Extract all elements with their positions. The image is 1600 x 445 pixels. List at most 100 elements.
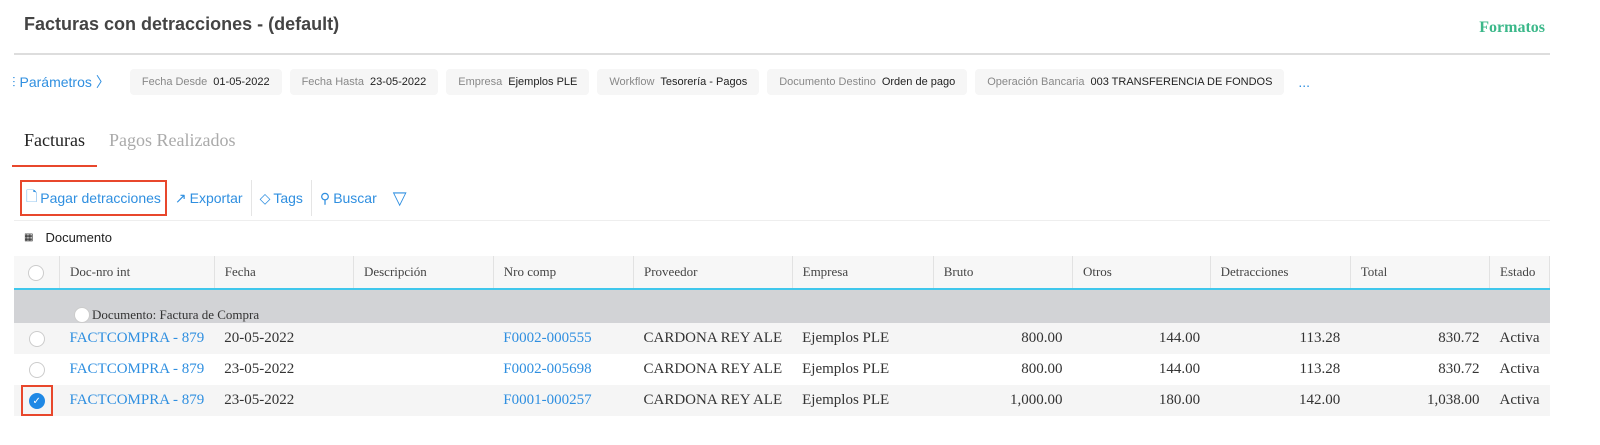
cell-fecha: 20-05-2022	[214, 323, 354, 354]
column-header[interactable]: Detracciones	[1210, 256, 1351, 290]
formatos-link[interactable]: Formatos	[1479, 19, 1545, 37]
column-header[interactable]: Doc-nro int	[59, 256, 215, 290]
cell-text: 800.00	[1021, 361, 1063, 377]
grid-icon: ▦	[24, 232, 34, 243]
toolbar: 🗋 Pagar detracciones ↗ Exportar ◇ Tags ⚲ Bus…	[20, 180, 415, 216]
row-link[interactable]: FACTCOMPRA - 879	[69, 392, 204, 408]
cell-bruto: 800.00	[933, 354, 1073, 385]
group-select[interactable]	[74, 307, 90, 323]
cell-nro-comp[interactable]: F0001-000257	[493, 385, 634, 416]
param-chip[interactable]: Documento Destino Orden de pago	[767, 69, 968, 95]
file-add-icon: 🗋	[26, 188, 38, 204]
tags-button[interactable]: ◇ Tags	[252, 180, 312, 216]
page-title: Facturas con detracciones - (default)	[24, 14, 340, 34]
label: Exportar	[189, 190, 243, 206]
cell-text: 800.00	[1021, 330, 1063, 346]
cell-text: 144.00	[1158, 330, 1201, 346]
cell-text: 830.72	[1438, 330, 1480, 346]
param-chip[interactable]: Empresa Ejemplos PLE	[446, 69, 590, 95]
cell-text: Ejemplos PLE	[802, 392, 890, 408]
cell-otros: 144.00	[1072, 323, 1211, 354]
buscar-button[interactable]: ⚲ Buscar	[312, 180, 385, 216]
cell-text: 180.00	[1158, 392, 1201, 408]
cell-nro-comp[interactable]: F0002-000555	[493, 323, 634, 354]
row-link[interactable]: F0002-000555	[503, 330, 591, 346]
table-row[interactable]: ✓ FACTCOMPRA - 879 23-05-2022 F0001-000257 C…	[14, 385, 1550, 416]
parameters-bar: ⫶ Parámetros 〉 Fecha Desde 01-05-2022 Fech…	[12, 69, 1310, 95]
table-row[interactable]: FACTCOMPRA - 879 20-05-2022 F0002-000555 CA…	[14, 323, 1550, 354]
param-value: 003 TRANSFERENCIA DE FONDOS	[1090, 76, 1273, 88]
column-header[interactable]: Descripción	[353, 256, 494, 290]
column-header[interactable]: Bruto	[933, 256, 1073, 290]
table-row[interactable]: FACTCOMPRA - 879 23-05-2022 F0002-005698 CA…	[14, 354, 1550, 385]
tab-pagos-realizados[interactable]: Pagos Realizados	[97, 130, 247, 167]
exportar-button[interactable]: ↗ Exportar	[167, 180, 252, 216]
row-select[interactable]: ✓	[14, 385, 60, 416]
cell-text: 830.72	[1438, 361, 1480, 377]
cell-total: 1,038.00	[1350, 385, 1490, 416]
column-header[interactable]: Estado	[1489, 256, 1550, 290]
row-select[interactable]	[14, 354, 59, 385]
group-row: Documento: Factura de Compra	[14, 289, 1550, 323]
cell-descripci-n	[353, 323, 494, 354]
row-link[interactable]: F0001-000257	[503, 392, 591, 408]
cell-empresa: Ejemplos PLE	[792, 354, 934, 385]
cell-otros: 144.00	[1072, 354, 1211, 385]
param-key: Documento Destino	[779, 76, 876, 88]
group-by-label: Documento	[45, 230, 112, 245]
cell-text: 142.00	[1298, 392, 1341, 408]
param-key: Empresa	[458, 76, 503, 88]
column-header[interactable]: Empresa	[792, 256, 934, 290]
label: Buscar	[333, 190, 377, 206]
cell-proveedor: CARDONA REY ALE	[633, 354, 793, 385]
row-link[interactable]: FACTCOMPRA - 879	[69, 330, 204, 346]
row-select[interactable]	[14, 323, 60, 354]
cell-empresa: Ejemplos PLE	[792, 385, 934, 416]
param-key: Workflow	[609, 76, 655, 88]
more-params[interactable]: ...	[1298, 74, 1310, 90]
column-header[interactable]: Proveedor	[633, 256, 793, 290]
column-header[interactable]: Otros	[1072, 256, 1211, 290]
param-chip[interactable]: Operación Bancaria 003 TRANSFERENCIA DE F…	[975, 69, 1285, 95]
select-all[interactable]	[14, 256, 60, 290]
tab-facturas[interactable]: Facturas	[12, 130, 97, 167]
param-chip[interactable]: Fecha Hasta 23-05-2022	[289, 69, 439, 95]
param-value: 23-05-2022	[369, 76, 427, 88]
search-icon: ⚲	[319, 189, 331, 206]
group-by[interactable]: ▦ Documento	[24, 230, 112, 245]
cell-nro-comp[interactable]: F0002-005698	[493, 354, 634, 385]
cell-text: Activa	[1499, 330, 1540, 346]
column-header[interactable]: Total	[1350, 256, 1491, 290]
cell-doc-nro-int[interactable]: FACTCOMPRA - 879	[59, 385, 215, 416]
cell-text: 23-05-2022	[224, 392, 295, 408]
sliders-icon: ⫶	[12, 73, 16, 90]
tag-icon: ◇	[259, 189, 271, 206]
cell-text: 144.00	[1158, 361, 1201, 377]
cell-text: Activa	[1499, 392, 1540, 408]
cell-total: 830.72	[1350, 323, 1490, 354]
param-value: Tesorería - Pagos	[660, 76, 748, 88]
cell-detracciones: 142.00	[1210, 385, 1351, 416]
column-header[interactable]: Fecha	[214, 256, 354, 290]
cell-doc-nro-int[interactable]: FACTCOMPRA - 879	[59, 354, 214, 385]
cell-descripci-n	[353, 385, 494, 416]
row-link[interactable]: F0002-005698	[503, 361, 591, 377]
param-value: Ejemplos PLE	[508, 76, 578, 88]
row-link[interactable]: FACTCOMPRA - 879	[69, 361, 204, 377]
cell-estado: Activa	[1489, 323, 1550, 354]
cell-text: 113.28	[1299, 330, 1341, 346]
cell-doc-nro-int[interactable]: FACTCOMPRA - 879	[59, 323, 215, 354]
param-chip[interactable]: Workflow Tesorería - Pagos	[597, 69, 760, 95]
parameters-button[interactable]: ⫶ Parámetros 〉	[12, 72, 110, 92]
cell-text: 113.28	[1299, 361, 1341, 377]
cell-proveedor: CARDONA REY ALE	[633, 323, 793, 354]
filter-icon[interactable]: ▽	[385, 180, 415, 216]
param-chip[interactable]: Fecha Desde 01-05-2022	[129, 69, 282, 95]
column-header[interactable]: Nro comp	[493, 256, 635, 290]
pagar-detracciones-button[interactable]: 🗋 Pagar detracciones	[20, 180, 167, 216]
cell-text: Activa	[1499, 361, 1540, 377]
cell-text: 1,000.00	[1009, 392, 1063, 408]
param-value: Orden de pago	[881, 76, 956, 88]
cell-text: CARDONA REY ALE	[643, 330, 783, 346]
check-icon: ✓	[28, 392, 45, 409]
